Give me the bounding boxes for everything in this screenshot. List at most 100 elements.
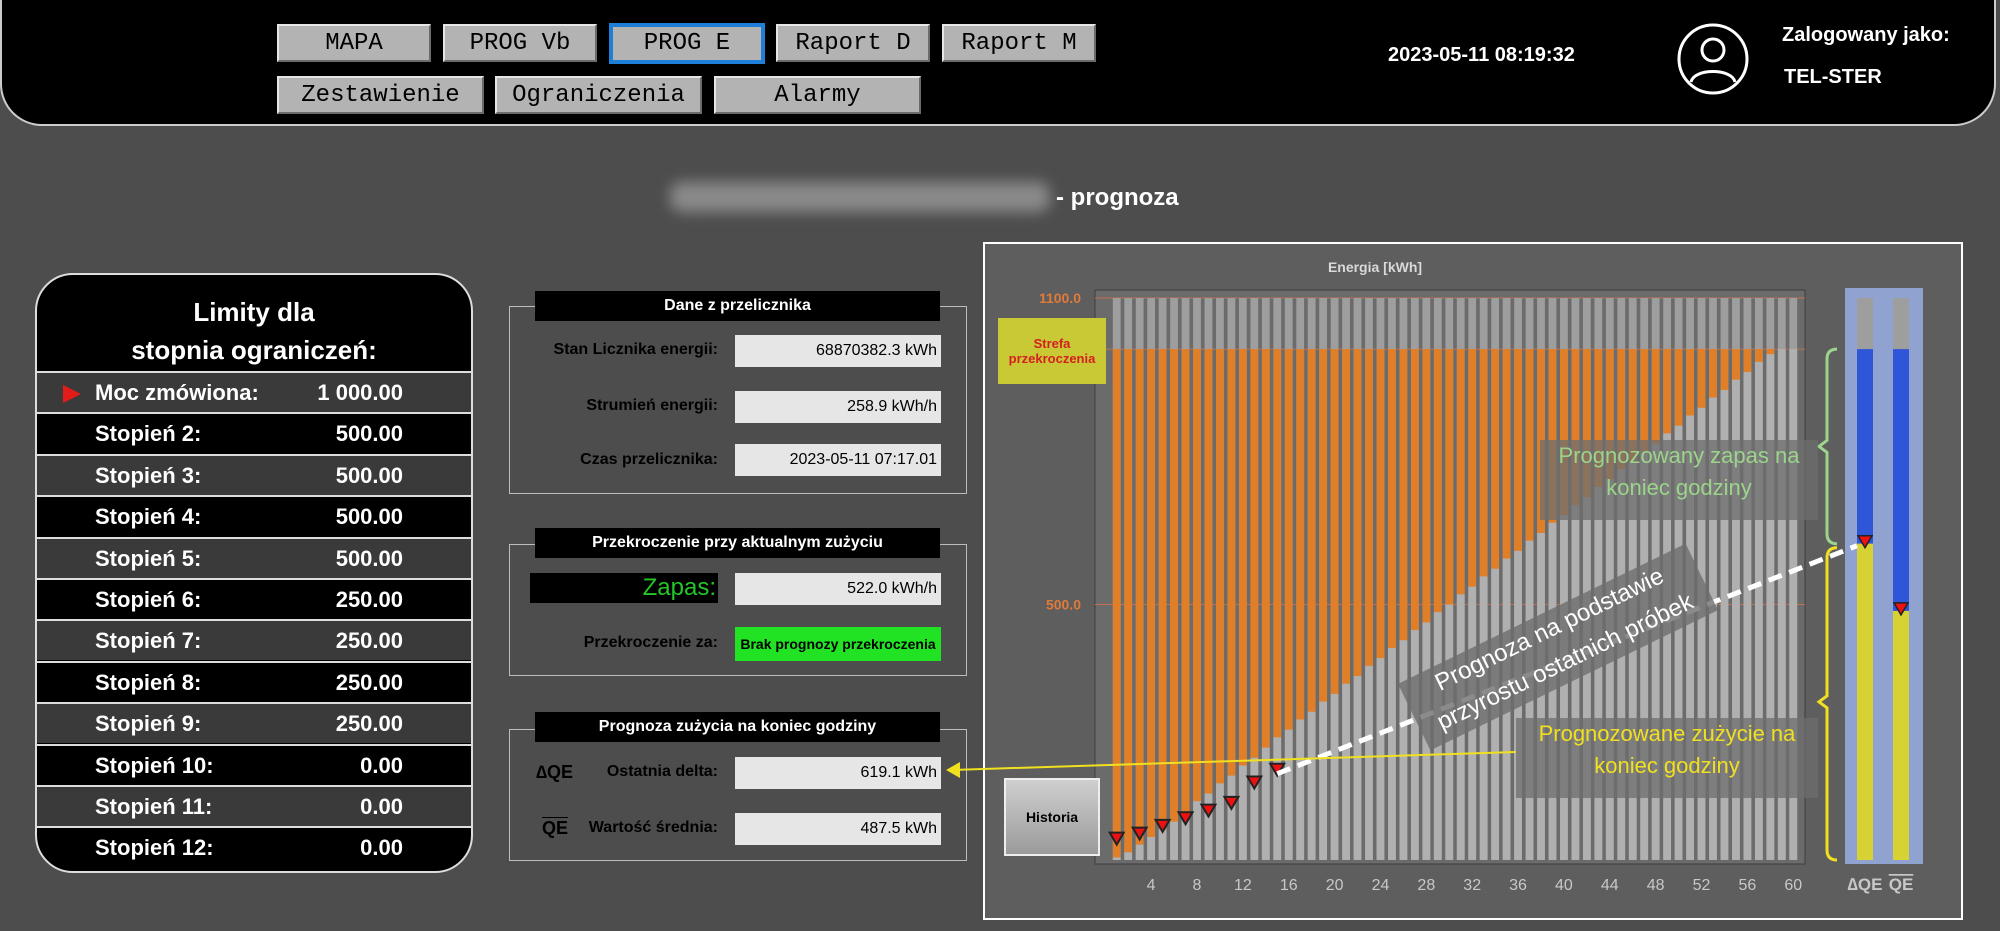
limit-value: 0.00 — [360, 835, 403, 861]
x-tick-label: 12 — [1234, 877, 1252, 894]
bar-reserve — [1307, 349, 1316, 712]
x-tick-label: 32 — [1463, 877, 1481, 894]
bar-consumed — [1250, 757, 1259, 860]
bar-reserve — [1135, 349, 1144, 845]
limit-label: Stopień 9: — [95, 711, 202, 737]
limit-label: Stopień 11: — [95, 794, 213, 819]
bar-reserve — [1216, 349, 1224, 784]
nav-mapa-button[interactable]: MAPA — [277, 24, 431, 62]
x-tick-label: 28 — [1417, 877, 1435, 894]
bar-reserve — [1445, 349, 1454, 605]
limit-row: Stopień 4: 500.00 — [37, 495, 471, 536]
bar-consumed — [1617, 469, 1626, 860]
nav-prog-e-button[interactable]: PROG E — [609, 23, 765, 64]
bar-reserve — [1479, 349, 1488, 577]
bar-consumed — [1124, 852, 1133, 860]
page-title: - prognoza — [1056, 184, 1179, 211]
bar-consumed — [1410, 630, 1419, 860]
bar-reserve — [1330, 349, 1339, 694]
bar-consumed — [1296, 719, 1305, 860]
bar-reserve — [1686, 349, 1694, 416]
active-limit-marker-icon — [63, 385, 81, 403]
nav-ograniczenia-button[interactable]: Ograniczenia — [495, 76, 702, 114]
przekroczenie-label: Przekroczenie za: — [583, 634, 718, 651]
mean-qe-symbol: QE — [542, 818, 569, 838]
bar-reserve — [1227, 349, 1236, 776]
bar-reserve — [1238, 349, 1247, 766]
bar-consumed — [1388, 647, 1396, 860]
limit-value: 500.00 — [335, 545, 403, 571]
bar-consumed — [1365, 665, 1373, 860]
limit-label: Stopień 3: — [95, 462, 202, 488]
limit-label: Stopień 12: — [95, 835, 214, 861]
limit-value: 500.00 — [335, 462, 403, 488]
bar-reserve — [1709, 349, 1717, 398]
bar-consumed — [1193, 801, 1201, 860]
bar-consumed — [1571, 504, 1580, 860]
mean-value: 487.5 kWh — [735, 813, 941, 845]
limits-title-line1: Limity dla — [193, 297, 315, 327]
x-tick-label: 40 — [1555, 877, 1573, 894]
y-tick-label: 500.0 — [1046, 597, 1081, 613]
limit-value: 500.00 — [335, 504, 403, 530]
top-header: MAPA PROG Vb PROG E Raport D Raport M Ze… — [0, 0, 1996, 126]
bar-reserve — [1399, 349, 1408, 641]
bar-reserve — [1732, 349, 1740, 380]
side-bar-consumption — [1857, 543, 1873, 860]
limit-label: Stopień 8: — [95, 669, 202, 695]
side-bar-consumption — [1893, 610, 1909, 860]
bar-reserve — [1181, 349, 1190, 812]
nav-alarmy-button[interactable]: Alarmy — [714, 76, 921, 114]
limit-value: 1 000.00 — [317, 380, 403, 405]
bar-reserve — [1204, 349, 1213, 794]
limit-row: Stopień 10: 0.00 — [37, 743, 471, 785]
app-root: MAPA PROG Vb PROG E Raport D Raport M Ze… — [0, 0, 2000, 931]
user-avatar-icon[interactable] — [1676, 22, 1750, 96]
bar-consumed — [1399, 640, 1408, 860]
limit-value: 250.00 — [335, 669, 403, 695]
limit-row: Stopień 3: 500.00 — [37, 453, 471, 495]
zuzycie-brace — [1816, 546, 1838, 862]
nav-prog-vb-button[interactable]: PROG Vb — [443, 24, 597, 62]
nav-raport-m-button[interactable]: Raport M — [942, 24, 1096, 62]
redacted-object-name — [670, 182, 1050, 212]
strumien-value: 258.9 kWh/h — [735, 391, 941, 423]
bar-consumed — [1284, 729, 1293, 860]
bar-consumed — [1582, 497, 1591, 860]
limit-row: Stopień 2: 500.00 — [37, 412, 471, 453]
bar-reserve — [1433, 349, 1442, 613]
historia-button[interactable]: Historia — [1004, 778, 1100, 856]
bar-reserve — [1663, 349, 1672, 434]
bar-reserve — [1456, 349, 1465, 595]
bar-consumed — [1605, 479, 1614, 860]
bar-consumed — [1238, 765, 1247, 860]
bar-consumed — [1376, 658, 1385, 860]
bar-reserve — [1158, 349, 1167, 830]
bar-reserve — [1193, 349, 1201, 802]
bar-reserve — [1720, 349, 1729, 390]
annotation-zapas: Prognozowany zapas na koniec godziny — [1540, 440, 1818, 520]
nav-zestawienie-button[interactable]: Zestawienie — [277, 76, 484, 114]
limit-label: Stopień 4: — [95, 504, 202, 530]
limit-row: Stopień 6: 250.00 — [37, 578, 471, 619]
zapas-brace — [1816, 347, 1838, 546]
bar-reserve — [1651, 349, 1660, 444]
limit-value: 0.00 — [360, 752, 403, 778]
x-tick-label: 56 — [1739, 877, 1757, 894]
bar-reserve — [1250, 349, 1259, 758]
mean-label: Wartość średnia: — [588, 819, 718, 836]
nav-raport-d-button[interactable]: Raport D — [776, 24, 930, 62]
side-bar-reserve — [1893, 349, 1909, 611]
bar-consumed — [1204, 793, 1213, 860]
limit-row: Stopień 12: 0.00 — [37, 826, 471, 867]
limit-label: Stopień 5: — [95, 545, 202, 571]
bar-reserve — [1766, 349, 1775, 355]
bar-reserve — [1365, 349, 1373, 666]
y-tick-label: 1100.0 — [1039, 290, 1081, 306]
x-tick-label: 4 — [1147, 877, 1156, 894]
bar-consumed — [1158, 829, 1167, 860]
limits-title-line2: stopnia ograniczeń: — [131, 335, 377, 365]
bar-reserve — [1410, 349, 1419, 631]
side-bar-label: ∆QE — [1848, 875, 1883, 894]
annotation-zuzycie: Prognozowane zużycie na koniec godziny — [1516, 718, 1818, 798]
